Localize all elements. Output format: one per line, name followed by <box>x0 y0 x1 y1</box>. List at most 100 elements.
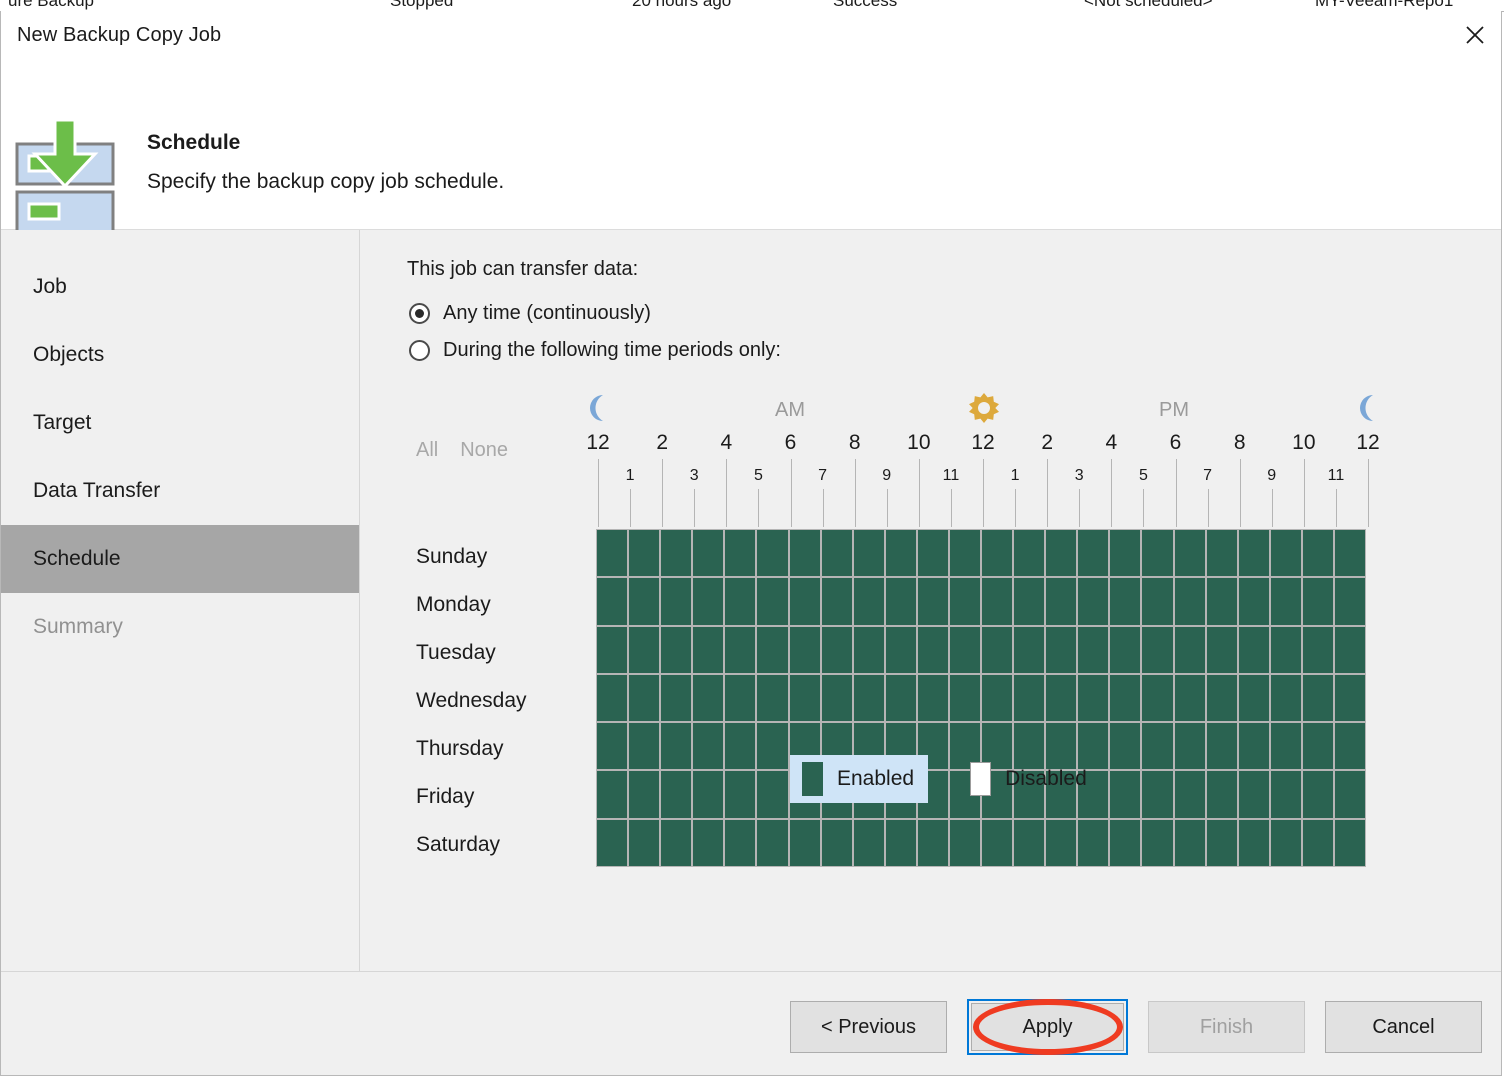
schedule-cell[interactable] <box>661 578 692 625</box>
schedule-cell[interactable] <box>1142 819 1173 866</box>
schedule-cell[interactable] <box>1302 723 1333 770</box>
schedule-cell[interactable] <box>757 723 788 770</box>
schedule-cell[interactable] <box>597 578 628 625</box>
schedule-cell[interactable] <box>1270 578 1301 625</box>
schedule-cell[interactable] <box>1110 771 1141 818</box>
schedule-cell[interactable] <box>853 626 884 673</box>
schedule-cell[interactable] <box>629 530 660 577</box>
cancel-button[interactable]: Cancel <box>1325 1001 1482 1053</box>
schedule-cell[interactable] <box>597 674 628 722</box>
schedule-cell[interactable] <box>1302 674 1333 722</box>
schedule-cell[interactable] <box>821 578 852 625</box>
schedule-cell[interactable] <box>982 674 1013 722</box>
schedule-cell[interactable] <box>1302 530 1333 577</box>
schedule-cell[interactable] <box>853 819 884 866</box>
schedule-cell[interactable] <box>949 530 980 577</box>
schedule-cell[interactable] <box>661 771 692 818</box>
schedule-cell[interactable] <box>885 674 916 722</box>
schedule-cell[interactable] <box>853 578 884 625</box>
schedule-cell[interactable] <box>1302 626 1333 673</box>
schedule-cell[interactable] <box>1238 578 1269 625</box>
schedule-cell[interactable] <box>949 819 980 866</box>
schedule-cell[interactable] <box>821 819 852 866</box>
schedule-cell[interactable] <box>629 771 660 818</box>
schedule-cell[interactable] <box>789 674 820 722</box>
schedule-cell[interactable] <box>1206 530 1237 577</box>
schedule-cell[interactable] <box>725 578 756 625</box>
schedule-cell[interactable] <box>693 819 724 866</box>
schedule-cell[interactable] <box>1078 674 1109 722</box>
schedule-cell[interactable] <box>693 626 724 673</box>
schedule-cell[interactable] <box>982 819 1013 866</box>
schedule-cell[interactable] <box>821 626 852 673</box>
schedule-cell[interactable] <box>725 674 756 722</box>
schedule-cell[interactable] <box>1110 674 1141 722</box>
schedule-cell[interactable] <box>917 530 948 577</box>
schedule-cell[interactable] <box>982 578 1013 625</box>
schedule-cell[interactable] <box>1046 578 1077 625</box>
schedule-cell[interactable] <box>693 723 724 770</box>
schedule-cell[interactable] <box>757 819 788 866</box>
schedule-cell[interactable] <box>1238 530 1269 577</box>
select-all-link[interactable]: All <box>416 439 438 462</box>
schedule-cell[interactable] <box>1238 819 1269 866</box>
schedule-cell[interactable] <box>1046 674 1077 722</box>
schedule-cell[interactable] <box>789 819 820 866</box>
schedule-cell[interactable] <box>1174 578 1205 625</box>
schedule-cell[interactable] <box>789 530 820 577</box>
schedule-cell[interactable] <box>885 819 916 866</box>
schedule-cell[interactable] <box>1046 626 1077 673</box>
schedule-cell[interactable] <box>1110 723 1141 770</box>
schedule-cell[interactable] <box>1142 771 1173 818</box>
schedule-cell[interactable] <box>693 578 724 625</box>
schedule-cell[interactable] <box>1238 674 1269 722</box>
schedule-cell[interactable] <box>1206 578 1237 625</box>
schedule-cell[interactable] <box>1014 674 1045 722</box>
schedule-cell[interactable] <box>1174 819 1205 866</box>
sidebar-item-objects[interactable]: Objects <box>1 321 359 389</box>
schedule-cell[interactable] <box>917 819 948 866</box>
sidebar-item-schedule[interactable]: Schedule <box>1 525 359 593</box>
schedule-cell[interactable] <box>885 626 916 673</box>
schedule-cell[interactable] <box>789 626 820 673</box>
schedule-cell[interactable] <box>757 626 788 673</box>
schedule-cell[interactable] <box>949 626 980 673</box>
schedule-cell[interactable] <box>1302 771 1333 818</box>
schedule-cell[interactable] <box>853 674 884 722</box>
schedule-cell[interactable] <box>1142 723 1173 770</box>
schedule-cell[interactable] <box>1270 771 1301 818</box>
schedule-cell[interactable] <box>1334 771 1365 818</box>
schedule-cell[interactable] <box>1334 626 1365 673</box>
schedule-cell[interactable] <box>597 626 628 673</box>
schedule-cell[interactable] <box>1174 674 1205 722</box>
schedule-cell[interactable] <box>1014 819 1045 866</box>
schedule-cell[interactable] <box>1270 530 1301 577</box>
schedule-cell[interactable] <box>661 819 692 866</box>
schedule-cell[interactable] <box>725 530 756 577</box>
schedule-cell[interactable] <box>629 578 660 625</box>
schedule-cell[interactable] <box>1014 530 1045 577</box>
schedule-cell[interactable] <box>757 771 788 818</box>
schedule-cell[interactable] <box>757 530 788 577</box>
schedule-cell[interactable] <box>1110 578 1141 625</box>
schedule-cell[interactable] <box>1302 819 1333 866</box>
schedule-cell[interactable] <box>1270 723 1301 770</box>
schedule-cell[interactable] <box>853 530 884 577</box>
schedule-cell[interactable] <box>821 674 852 722</box>
schedule-cell[interactable] <box>1142 530 1173 577</box>
schedule-cell[interactable] <box>1334 578 1365 625</box>
schedule-cell[interactable] <box>757 674 788 722</box>
schedule-cell[interactable] <box>661 626 692 673</box>
schedule-cell[interactable] <box>885 530 916 577</box>
schedule-cell[interactable] <box>1206 626 1237 673</box>
schedule-cell[interactable] <box>1270 819 1301 866</box>
schedule-cell[interactable] <box>1238 723 1269 770</box>
schedule-cell[interactable] <box>949 578 980 625</box>
schedule-cell[interactable] <box>661 530 692 577</box>
schedule-cell[interactable] <box>1206 771 1237 818</box>
schedule-cell[interactable] <box>1206 819 1237 866</box>
schedule-cell[interactable] <box>1046 819 1077 866</box>
schedule-cell[interactable] <box>597 530 628 577</box>
schedule-cell[interactable] <box>1110 819 1141 866</box>
schedule-cell[interactable] <box>1142 674 1173 722</box>
